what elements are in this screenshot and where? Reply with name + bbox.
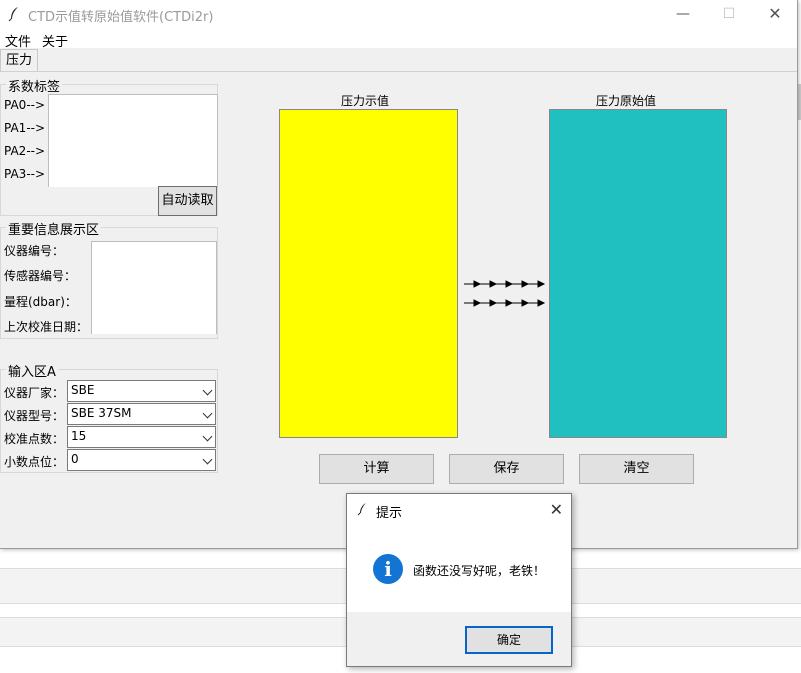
info-display-box bbox=[91, 241, 217, 334]
model-value: SBE 37SM bbox=[71, 406, 132, 420]
chevron-down-icon bbox=[202, 454, 213, 465]
decimal-places-value: 0 bbox=[71, 452, 79, 466]
compute-button[interactable]: 计算 bbox=[319, 454, 434, 484]
window-title: CTD示值转原始值软件(CTDi2r) bbox=[28, 10, 214, 25]
chevron-down-icon bbox=[202, 385, 213, 396]
model-select[interactable]: SBE 37SM bbox=[67, 403, 216, 425]
dialog-title: 提示 bbox=[376, 506, 403, 521]
clear-button[interactable]: 清空 bbox=[579, 454, 694, 484]
pa0-label: PA0--> bbox=[4, 98, 46, 112]
pressure-raw-title: 压力原始值 bbox=[596, 94, 657, 108]
decimal-places-label: 小数点位： bbox=[4, 455, 65, 469]
dialog-body: i 函数还没写好呢，老铁！ bbox=[347, 524, 571, 612]
dialog-title-bar: 提示 ✕ bbox=[347, 494, 571, 524]
chevron-down-icon bbox=[202, 408, 213, 419]
pa3-label: PA3--> bbox=[4, 167, 46, 181]
info-icon: i bbox=[373, 554, 403, 584]
pa2-label: PA2--> bbox=[4, 144, 46, 158]
tab-content: 系数标签 PA0--> PA1--> PA2--> PA3--> 自动读取 重要… bbox=[0, 71, 797, 548]
save-button[interactable]: 保存 bbox=[449, 454, 564, 484]
input-group-title: 输入区A bbox=[6, 361, 58, 380]
calibration-points-label: 校准点数： bbox=[4, 432, 65, 446]
feather-icon bbox=[357, 503, 366, 516]
ok-button[interactable]: 确定 bbox=[465, 626, 553, 654]
pressure-raw-box[interactable] bbox=[549, 109, 727, 438]
main-window: CTD示值转原始值软件(CTDi2r) — ☐ ✕ 文件 关于 压力 系数标签 … bbox=[0, 0, 798, 549]
calibration-points-select[interactable]: 15 bbox=[67, 426, 216, 448]
info-group: 重要信息展示区 仪器编号： 传感器编号： 量程(dbar)： 上次校准日期： bbox=[0, 219, 218, 339]
decimal-places-select[interactable]: 0 bbox=[67, 449, 216, 471]
maximize-button[interactable]: ☐ bbox=[706, 0, 752, 28]
info-group-title: 重要信息展示区 bbox=[6, 219, 102, 238]
sensor-id-label: 传感器编号： bbox=[4, 269, 77, 283]
arrow-row-icon bbox=[464, 299, 546, 307]
tab-pressure[interactable]: 压力 bbox=[0, 49, 39, 72]
dialog-close-button[interactable]: ✕ bbox=[550, 500, 563, 519]
dialog-message: 函数还没写好呢，老铁！ bbox=[413, 564, 546, 578]
menu-file[interactable]: 文件 bbox=[5, 31, 31, 50]
pa1-label: PA1--> bbox=[4, 121, 46, 135]
coef-group-title: 系数标签 bbox=[6, 76, 63, 95]
close-button[interactable]: ✕ bbox=[752, 0, 798, 28]
instrument-id-label: 仪器编号： bbox=[4, 244, 65, 258]
arrow-row-icon bbox=[464, 280, 546, 288]
pressure-display-title: 压力示值 bbox=[341, 94, 390, 108]
calibration-points-value: 15 bbox=[71, 429, 87, 443]
model-label: 仪器型号： bbox=[4, 409, 65, 423]
manufacturer-label: 仪器厂家： bbox=[4, 386, 65, 400]
menu-bar: 文件 关于 bbox=[0, 28, 797, 50]
pressure-display-box[interactable] bbox=[279, 109, 458, 438]
manufacturer-select[interactable]: SBE bbox=[67, 380, 216, 402]
feather-icon bbox=[8, 7, 18, 22]
coef-group: 系数标签 PA0--> PA1--> PA2--> PA3--> 自动读取 bbox=[0, 76, 218, 216]
input-group: 输入区A 仪器厂家： SBE 仪器型号： SBE 37SM 校准点数： 15 小… bbox=[0, 361, 218, 473]
chevron-down-icon bbox=[202, 431, 213, 442]
manufacturer-value: SBE bbox=[71, 383, 95, 397]
message-dialog: 提示 ✕ i 函数还没写好呢，老铁！ 确定 bbox=[346, 493, 572, 667]
coef-list-box[interactable] bbox=[48, 94, 218, 187]
menu-about[interactable]: 关于 bbox=[42, 31, 68, 50]
last-calibration-label: 上次校准日期： bbox=[4, 320, 89, 334]
title-bar: CTD示值转原始值软件(CTDi2r) — ☐ ✕ bbox=[0, 0, 797, 28]
auto-read-button[interactable]: 自动读取 bbox=[158, 186, 217, 216]
minimize-button[interactable]: — bbox=[660, 0, 706, 28]
range-label: 量程(dbar)： bbox=[4, 295, 77, 309]
